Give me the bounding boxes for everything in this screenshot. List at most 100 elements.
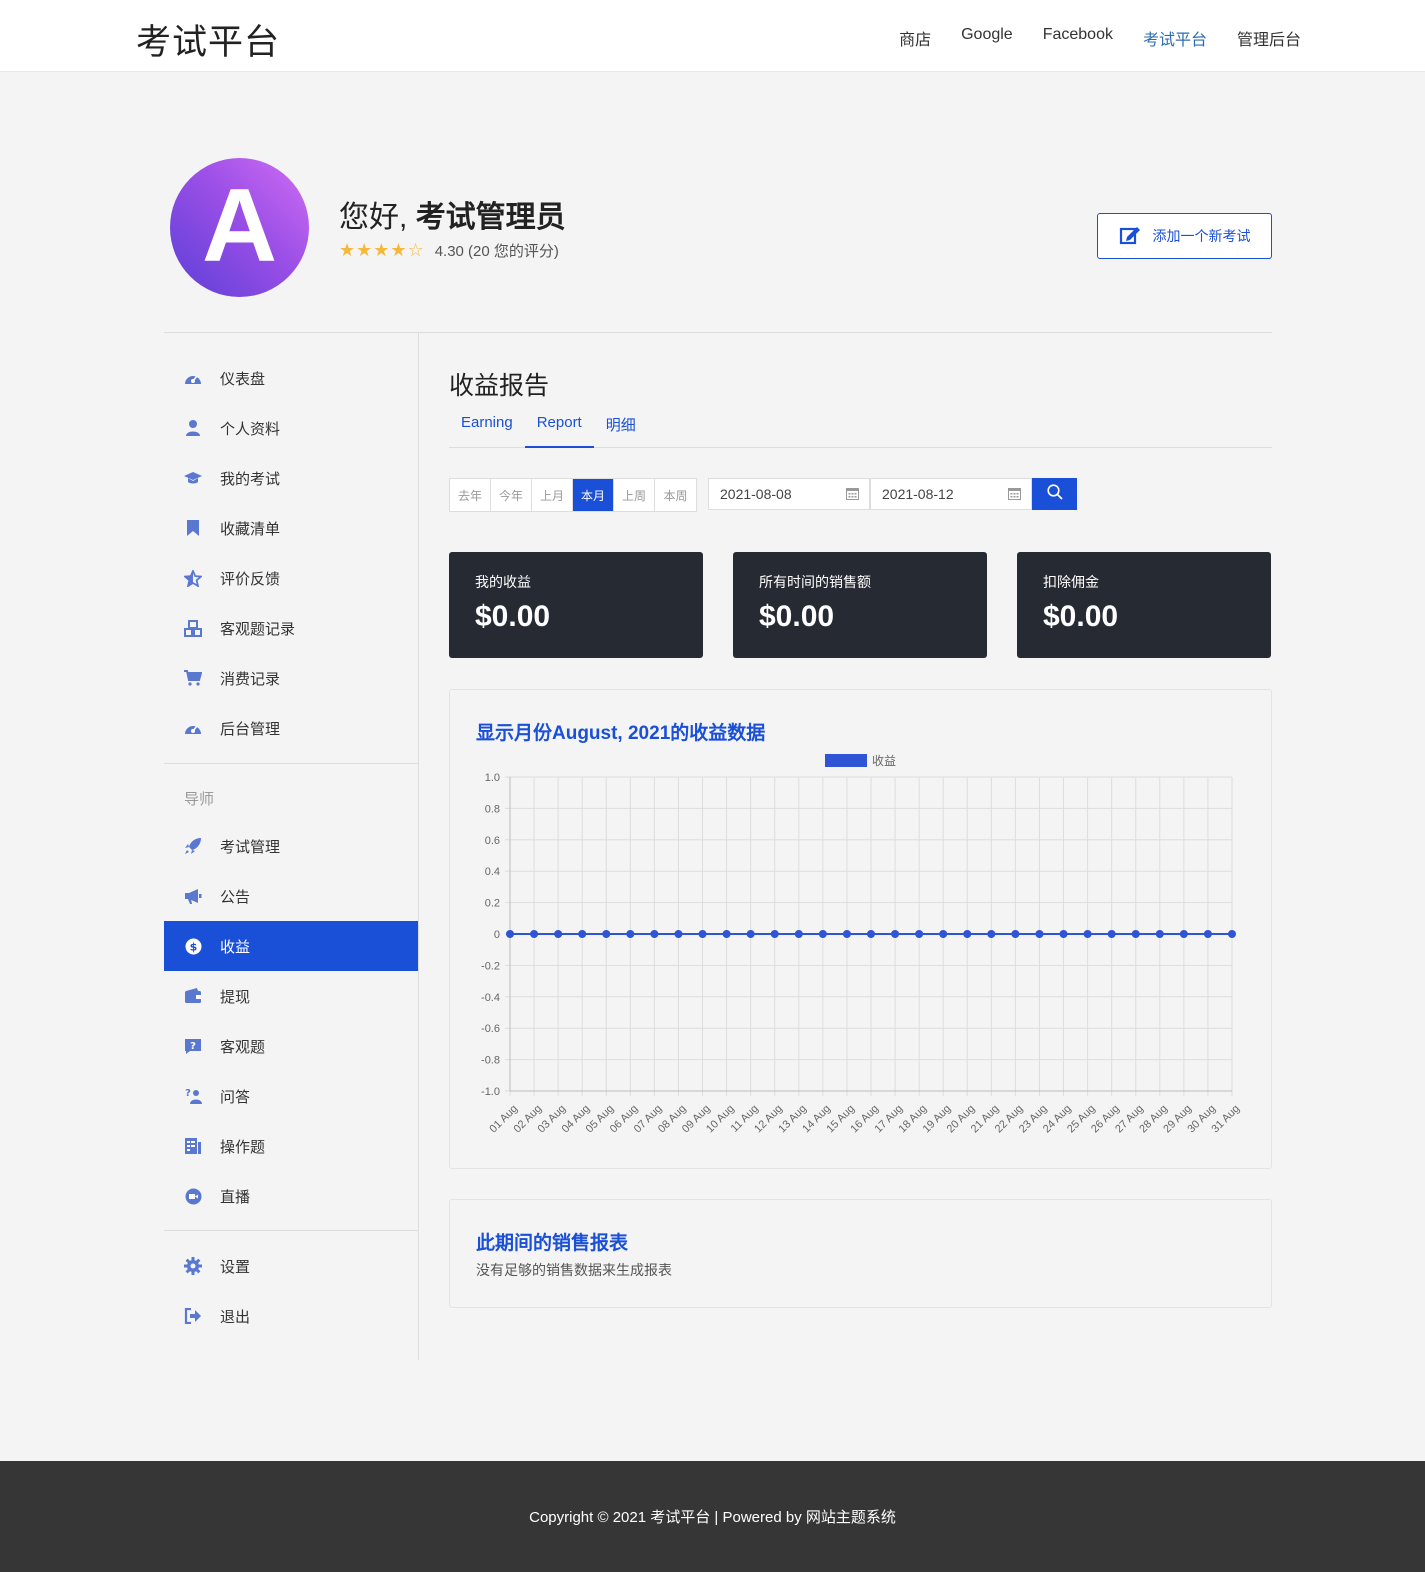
nav-link-shop[interactable]: 商店: [899, 26, 931, 50]
edit-icon: [1119, 225, 1141, 248]
data-point: [1179, 930, 1188, 938]
sidebar-item-dashboard[interactable]: 仪表盘: [164, 353, 418, 403]
tab-earning[interactable]: Earning: [449, 408, 525, 448]
calendar-icon: [1008, 487, 1021, 503]
sidebar-item-label: 我的考试: [220, 470, 281, 488]
svg-text:?: ?: [190, 1041, 196, 1052]
sidebar-item-my-exams[interactable]: 我的考试: [164, 453, 418, 503]
sidebar-item-backend[interactable]: 后台管理: [164, 703, 418, 753]
period-this-year[interactable]: 今年: [491, 479, 532, 511]
sidebar-item-purchases[interactable]: 消费记录: [164, 653, 418, 703]
data-point: [698, 930, 707, 938]
search-button[interactable]: [1032, 478, 1077, 510]
sidebar-item-label: 仪表盘: [220, 370, 266, 388]
nav-link-admin[interactable]: 管理后台: [1237, 26, 1301, 50]
sidebar-item-announcements[interactable]: 公告: [164, 871, 418, 921]
sidebar-item-profile[interactable]: 个人资料: [164, 403, 418, 453]
site-title[interactable]: 考试平台: [136, 14, 280, 65]
sidebar-item-label: 问答: [220, 1088, 251, 1106]
sidebar-item-reviews[interactable]: 评价反馈: [164, 553, 418, 603]
period-this-week[interactable]: 本周: [655, 479, 696, 511]
period-last-month[interactable]: 上月: [532, 479, 573, 511]
sidebar-item-live[interactable]: 直播: [164, 1171, 418, 1221]
y-tick-label: 0.6: [485, 835, 500, 847]
sidebar-item-exam-management[interactable]: 考试管理: [164, 821, 418, 871]
stat-label: 扣除佣金: [1043, 574, 1099, 590]
earnings-line-chart: 1.00.80.60.40.20-0.2-0.4-0.6-0.8-1.001 A…: [481, 754, 1242, 1135]
report-empty-text: 没有足够的销售数据来生成报表: [476, 1262, 672, 1278]
qa-icon: ?: [184, 1087, 202, 1105]
sidebar-item-label: 消费记录: [220, 670, 281, 688]
nav-link-facebook[interactable]: Facebook: [1043, 26, 1113, 50]
data-point: [818, 930, 827, 938]
sidebar: 仪表盘 个人资料 我的考试 收藏清单 评价反馈 客观题记录 消费记录 后台管理 …: [164, 333, 419, 1360]
dollar-circle-icon: $: [184, 937, 202, 955]
sidebar-item-practical[interactable]: 操作题: [164, 1121, 418, 1171]
tab-details[interactable]: 明细: [594, 408, 648, 448]
sidebar-item-settings[interactable]: 设置: [164, 1241, 418, 1291]
tab-report[interactable]: Report: [524, 408, 594, 448]
period-last-week[interactable]: 上周: [614, 479, 655, 511]
avatar: A: [170, 158, 309, 297]
star-icon: [184, 569, 202, 587]
stat-label: 所有时间的销售额: [759, 574, 871, 590]
data-point: [891, 930, 900, 938]
stat-value: $0.00: [759, 600, 835, 633]
data-point: [842, 930, 851, 938]
sidebar-item-withdraw[interactable]: 提现: [164, 971, 418, 1021]
sidebar-item-label: 退出: [220, 1308, 251, 1326]
sales-report-card: 此期间的销售报表 没有足够的销售数据来生成报表: [449, 1199, 1272, 1308]
stat-value: $0.00: [475, 600, 551, 633]
data-point: [674, 930, 683, 938]
top-nav: 商店 Google Facebook 考试平台 管理后台: [899, 26, 1301, 50]
gear-icon: [184, 1257, 202, 1275]
svg-text:$: $: [189, 940, 197, 953]
y-tick-label: -0.4: [481, 992, 500, 1004]
footer: Copyright © 2021 考试平台 | Powered by 网站主题系…: [0, 1461, 1425, 1572]
sidebar-item-wishlist[interactable]: 收藏清单: [164, 503, 418, 553]
data-point: [1203, 930, 1212, 938]
video-icon: [184, 1187, 202, 1205]
sidebar-item-label: 收藏清单: [220, 520, 281, 538]
sidebar-divider: [164, 763, 418, 764]
data-point: [1035, 930, 1044, 938]
calendar-icon: [846, 487, 859, 503]
report-icon: [184, 1137, 202, 1155]
data-point: [602, 930, 611, 938]
data-point: [650, 930, 659, 938]
period-this-month[interactable]: 本月: [573, 479, 614, 511]
sidebar-item-quizzes[interactable]: ? 客观题: [164, 1021, 418, 1071]
sidebar-heading-instructor: 导师: [184, 791, 215, 808]
data-point: [770, 930, 779, 938]
sidebar-item-label: 考试管理: [220, 838, 281, 856]
y-tick-label: -1.0: [481, 1086, 500, 1098]
stat-label: 我的收益: [475, 574, 531, 590]
nav-link-exam-platform[interactable]: 考试平台: [1143, 26, 1207, 50]
legend-swatch: [825, 754, 867, 767]
add-exam-button[interactable]: 添加一个新考试: [1097, 213, 1272, 259]
period-last-year[interactable]: 去年: [450, 479, 491, 511]
sidebar-item-quiz-records[interactable]: 客观题记录: [164, 603, 418, 653]
stat-value: $0.00: [1043, 600, 1119, 633]
bookmark-icon: [184, 519, 202, 537]
question-icon: ?: [184, 1037, 202, 1055]
data-point: [963, 930, 972, 938]
date-from-input[interactable]: 2021-08-08: [708, 478, 870, 510]
report-title: 此期间的销售报表: [476, 1233, 629, 1254]
chart-title: 显示月份August, 2021的收益数据: [476, 723, 766, 744]
legend-label: 收益: [872, 754, 896, 768]
sidebar-item-qa[interactable]: ? 问答: [164, 1071, 418, 1121]
y-tick-label: -0.2: [481, 960, 500, 972]
date-to-input[interactable]: 2021-08-12: [870, 478, 1032, 510]
search-icon: [1046, 483, 1063, 505]
logout-icon: [184, 1307, 202, 1325]
megaphone-icon: [184, 887, 202, 905]
data-point: [867, 930, 875, 938]
sidebar-item-label: 设置: [220, 1258, 251, 1276]
sidebar-item-earnings[interactable]: $ 收益: [164, 921, 418, 971]
sidebar-item-logout[interactable]: 退出: [164, 1291, 418, 1341]
nav-link-google[interactable]: Google: [961, 26, 1013, 50]
stat-card-commission: 扣除佣金 $0.00: [1017, 552, 1271, 658]
dashboard-icon: [184, 369, 202, 387]
sidebar-item-label: 直播: [220, 1188, 251, 1206]
